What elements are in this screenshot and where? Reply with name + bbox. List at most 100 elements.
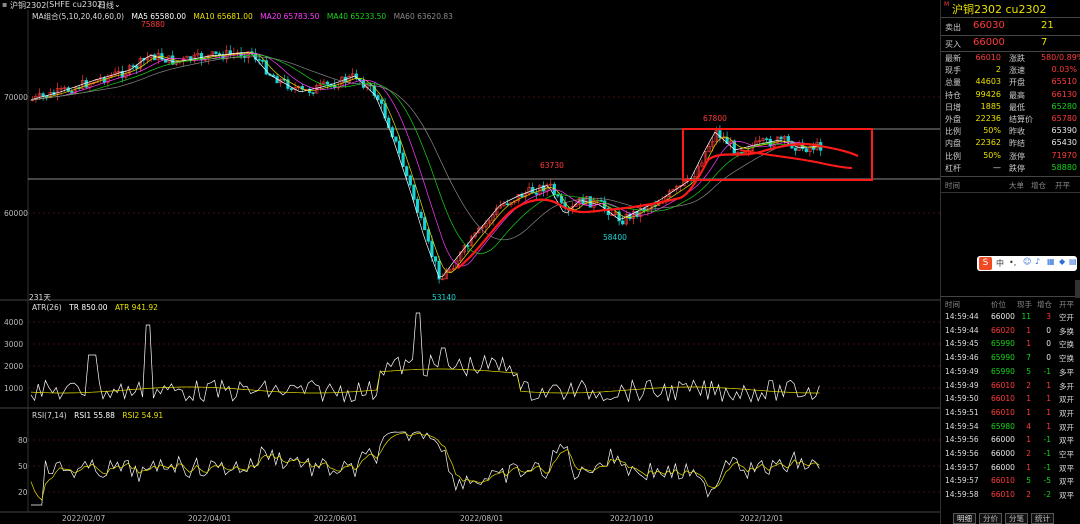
trade-oi-change: 3 [1046, 312, 1051, 321]
trade-time: 14:59:57 [945, 462, 979, 472]
tab-stats[interactable]: 统计 [1031, 513, 1054, 524]
quote-label: 最新 [945, 54, 961, 63]
trade-time: 14:59:57 [945, 476, 979, 486]
quote-header: 沪铜2302 cu2302 [952, 3, 1047, 16]
candle-body [786, 136, 790, 142]
ma-line [30, 56, 820, 241]
ime-emoji-icon[interactable]: ☺ [1023, 257, 1031, 266]
trade-type: 多换 [1059, 326, 1074, 336]
trend-drawing-lower[interactable] [739, 149, 853, 169]
quote-value: 2 [995, 65, 1001, 75]
ime-keyboard-icon[interactable]: ▦ [1047, 257, 1055, 266]
trade-volume: 1 [1026, 339, 1031, 349]
candle-body [311, 92, 315, 94]
trade-time: 14:59:58 [945, 490, 979, 500]
candle-body [379, 99, 384, 104]
trade-volume: 1 [1026, 462, 1031, 472]
col-openclose: 开平 [1055, 181, 1070, 190]
trade-time: 14:59:45 [945, 339, 979, 349]
candle-body [217, 53, 222, 55]
date-tick: 2022/10/10 [610, 514, 654, 523]
ime-chinese-icon[interactable]: 中 [996, 258, 1004, 269]
candle-body [41, 93, 45, 97]
trade-price: 66000 [991, 312, 1015, 321]
trade-type: 空开 [1059, 313, 1074, 322]
trade-row: 14:59:57 66000 1 -1 双平 [941, 463, 1080, 476]
col-price: 价位 [991, 300, 1006, 309]
day-count-label: 231天 [29, 293, 51, 302]
trade-time: 14:59:49 [945, 366, 979, 376]
trade-row: 14:59:54 65980 4 1 双开 [941, 422, 1080, 435]
candle-body [423, 217, 427, 231]
ime-tools-icon[interactable]: ▤ [1069, 257, 1077, 266]
candle-body [415, 199, 420, 213]
ime-skin-icon[interactable]: ◆ [1059, 257, 1065, 266]
trade-oi-change: -1 [1043, 449, 1051, 458]
trade-volume: 1 [1026, 407, 1031, 417]
trade-price: 65990 [991, 339, 1015, 349]
candle-body [793, 147, 798, 151]
quote-value: 66130 [1051, 89, 1077, 99]
trade-price: 66010 [991, 490, 1015, 500]
candle-body [621, 220, 625, 225]
trade-time: 14:59:51 [945, 407, 979, 417]
tab-price-dist[interactable]: 分价 [979, 513, 1002, 524]
trade-price: 66000 [991, 449, 1015, 458]
trade-volume: 2 [1026, 380, 1031, 390]
col-oi-change: 增仓 [1031, 181, 1046, 190]
trade-volume: 1 [1026, 435, 1031, 445]
trade-time: 14:59:56 [945, 449, 979, 458]
bid-row: 买入 66000 7 [941, 37, 1080, 51]
col-oi-change: 增仓 [1037, 300, 1052, 309]
ime-mic-icon[interactable]: ♪ [1035, 257, 1040, 266]
candle-body [135, 65, 139, 69]
ime-toolbar[interactable]: S 中 •, ☺ ♪ ▦ ◆ ▤ [977, 256, 1077, 271]
trade-row: 14:59:57 66010 5 -5 双平 [941, 476, 1080, 489]
trade-row: 14:59:56 66000 1 -1 双平 [941, 435, 1080, 448]
quote-value: 580/0.89% [1041, 53, 1080, 62]
quote-row: 外盘 22236 结算价 65780 [941, 114, 1080, 126]
quote-label: 持仓 [945, 90, 961, 100]
candle-body [765, 138, 769, 140]
candle-body [261, 60, 265, 62]
kline-chart[interactable] [0, 0, 940, 524]
quote-row: 日增 1885 最低 65280 [941, 102, 1080, 114]
trade-time: 14:59:56 [945, 435, 979, 445]
quote-value: 65430 [1051, 138, 1077, 148]
trade-time: 14:59:44 [945, 325, 979, 335]
swing-low-label: 58400 [603, 233, 627, 242]
trade-time: 14:59:50 [945, 394, 979, 404]
quote-value: 99426 [975, 89, 1001, 99]
ime-punct-icon[interactable]: •, [1009, 258, 1016, 267]
quote-value: 71970 [1051, 150, 1077, 160]
tab-detail[interactable]: 明细 [953, 513, 976, 524]
trade-type: 双平 [1059, 491, 1074, 501]
high-label: 75880 [141, 20, 165, 29]
low-label: 53140 [432, 293, 456, 302]
tab-ticks[interactable]: 分笔 [1005, 513, 1028, 524]
trade-volume: 2 [1026, 490, 1031, 500]
quote-row: 杠杆 — 跌停 58880 [941, 163, 1080, 175]
trade-time: 14:59:49 [945, 380, 979, 390]
trade-row: 14:59:44 66020 1 0 多换 [941, 326, 1080, 339]
quote-value: — [993, 162, 1001, 172]
trade-type: 双平 [1059, 477, 1074, 487]
trend-drawing-main[interactable] [457, 142, 859, 269]
trade-volume: 5 [1026, 476, 1031, 486]
trade-type: 空换 [1059, 340, 1074, 350]
candle-body [214, 51, 218, 54]
quote-value: 22362 [975, 138, 1001, 148]
trade-row: 14:59:56 66000 2 -1 空平 [941, 449, 1080, 462]
trade-row: 14:59:46 65990 7 0 空换 [941, 353, 1080, 366]
quote-label: 涨停 [1009, 151, 1025, 161]
ask-price: 66030 [973, 20, 1005, 31]
ma-line [30, 53, 820, 267]
quote-label: 外盘 [945, 115, 961, 124]
panel-scrollbar[interactable] [1075, 280, 1080, 298]
sogou-logo-icon[interactable]: S [979, 257, 992, 270]
col-openclose: 开平 [1059, 300, 1074, 309]
trade-price: 66010 [991, 380, 1015, 390]
trade-oi-change: -5 [1043, 476, 1051, 486]
candle-body [394, 136, 398, 142]
col-volume: 现手 [1017, 300, 1032, 309]
